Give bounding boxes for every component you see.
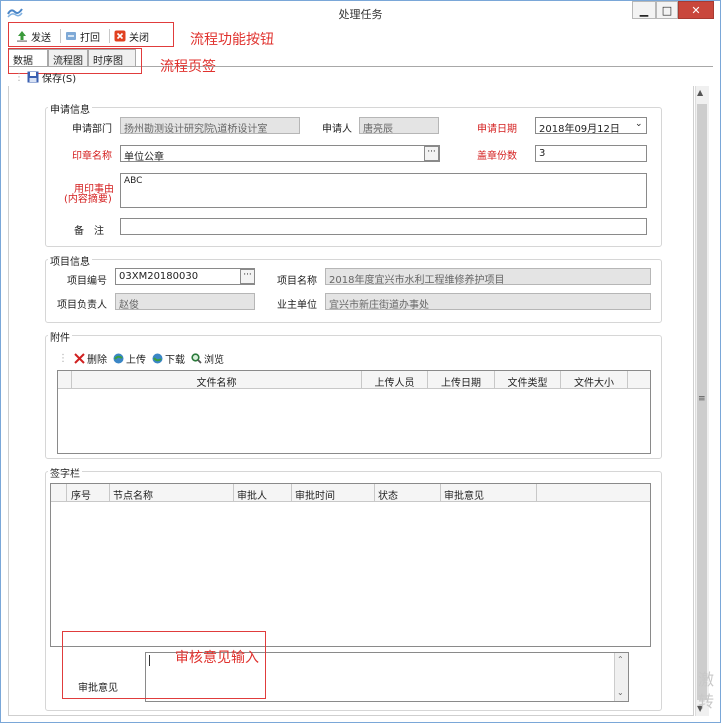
seal-label: 印章名称 (72, 151, 112, 162)
save-bar: ⋮ 保存(S) (14, 69, 76, 85)
col-upload-date[interactable]: 上传日期 (428, 371, 495, 389)
col-node-name[interactable]: 节点名称 (110, 484, 234, 502)
scroll-up-icon[interactable]: ▲ (697, 88, 703, 97)
title-bar: 处理任务 (1, 1, 720, 23)
date-field[interactable]: 2018年09月12日 (535, 117, 647, 134)
save-icon (27, 71, 39, 83)
signatures-grid-header: 序号 节点名称 审批人 审批时间 状态 审批意见 (51, 484, 650, 502)
grip-icon: ⋮ (58, 353, 68, 364)
tabs-annotation: 流程页签 (160, 59, 216, 75)
close-window-button[interactable]: ✕ (678, 1, 714, 19)
project-name-field[interactable]: 2018年度宜兴市水利工程维修养护项目 (325, 268, 651, 285)
maximize-button[interactable]: □ (656, 1, 678, 19)
side-watermark-2: 转 (698, 692, 715, 711)
browse-button[interactable]: 浏览 (191, 351, 224, 366)
side-watermark-1: 激 (698, 670, 715, 689)
dept-label: 申请部门 (72, 124, 112, 135)
col-uploader[interactable]: 上传人员 (362, 371, 428, 389)
row-indicator-header (51, 484, 67, 502)
upload-label: 上传 (126, 355, 146, 366)
minimize-button[interactable]: ▁ (632, 1, 656, 19)
col-status[interactable]: 状态 (375, 484, 441, 502)
applicant-field[interactable]: 唐亮辰 (359, 117, 439, 134)
project-code-label: 项目编号 (67, 276, 107, 287)
seal-picker-button[interactable]: ··· (424, 146, 439, 161)
copies-label: 盖章份数 (477, 151, 517, 162)
chevron-down-icon[interactable]: ⌄ (635, 119, 643, 129)
toolbar-annotation-box (8, 22, 174, 47)
remark-label: 备 注 (74, 226, 104, 237)
col-file-type[interactable]: 文件类型 (495, 371, 561, 389)
window-title: 处理任务 (338, 8, 383, 21)
project-lead-field[interactable]: 赵俊 (115, 293, 255, 310)
col-file-name[interactable]: 文件名称 (72, 371, 362, 389)
browse-label: 浏览 (204, 355, 224, 366)
attachments-toolbar: ⋮ 删除 上传 下载 浏览 (58, 351, 224, 366)
owner-label: 业主单位 (277, 300, 317, 311)
upload-button[interactable]: 上传 (113, 351, 146, 366)
col-file-size[interactable]: 文件大小 (561, 371, 628, 389)
project-picker-button[interactable]: ··· (240, 269, 255, 284)
project-info-title: 项目信息 (48, 253, 92, 268)
upload-icon (113, 353, 124, 364)
project-name-label: 项目名称 (277, 276, 317, 287)
grip-icon: ⋮ (14, 71, 24, 83)
col-approver[interactable]: 审批人 (234, 484, 292, 502)
project-code-field[interactable]: 03XM20180030 (115, 268, 255, 285)
reason-sublabel: (内容摘要) (64, 194, 112, 205)
owner-field[interactable]: 宜兴市新庄街道办事处 (325, 293, 651, 310)
col-approve-time[interactable]: 审批时间 (292, 484, 375, 502)
delete-icon (74, 353, 85, 364)
signatures-title: 签字栏 (48, 465, 82, 480)
save-button[interactable]: 保存(S) (27, 70, 76, 85)
download-label: 下载 (165, 355, 185, 366)
apply-info-title: 申请信息 (48, 101, 92, 116)
project-lead-label: 项目负责人 (57, 300, 107, 311)
delete-button[interactable]: 删除 (74, 351, 107, 366)
attachments-title: 附件 (48, 329, 72, 344)
review-annotation: 审核意见输入 (175, 650, 259, 666)
download-button[interactable]: 下载 (152, 351, 185, 366)
reason-textarea[interactable]: ABC (120, 173, 647, 208)
attachments-grid-header: 文件名称 上传人员 上传日期 文件类型 文件大小 (58, 371, 650, 389)
save-label: 保存(S) (42, 73, 77, 85)
dept-field[interactable]: 扬州勘测设计研究院\道桥设计室 (120, 117, 300, 134)
download-icon (152, 353, 163, 364)
date-value: 2018年09月12日 (539, 124, 620, 134)
scroll-grip-icon: ≡ (698, 394, 706, 404)
row-indicator-header (58, 371, 72, 389)
toolbar-annotation: 流程功能按钮 (190, 32, 274, 48)
copies-field[interactable]: 3 (535, 145, 647, 162)
remark-field[interactable] (120, 218, 647, 235)
applicant-label: 申请人 (322, 124, 352, 135)
scroll-up-icon[interactable]: ⌃ (617, 655, 624, 664)
scroll-down-icon[interactable]: ⌄ (617, 688, 624, 697)
delete-label: 删除 (87, 355, 107, 366)
signatures-grid (50, 483, 651, 647)
seal-field[interactable]: 单位公章 (120, 145, 440, 162)
magnifier-icon (191, 353, 202, 364)
date-label: 申请日期 (477, 124, 517, 135)
col-index[interactable]: 序号 (67, 484, 110, 502)
col-opinion[interactable]: 审批意见 (441, 484, 537, 502)
